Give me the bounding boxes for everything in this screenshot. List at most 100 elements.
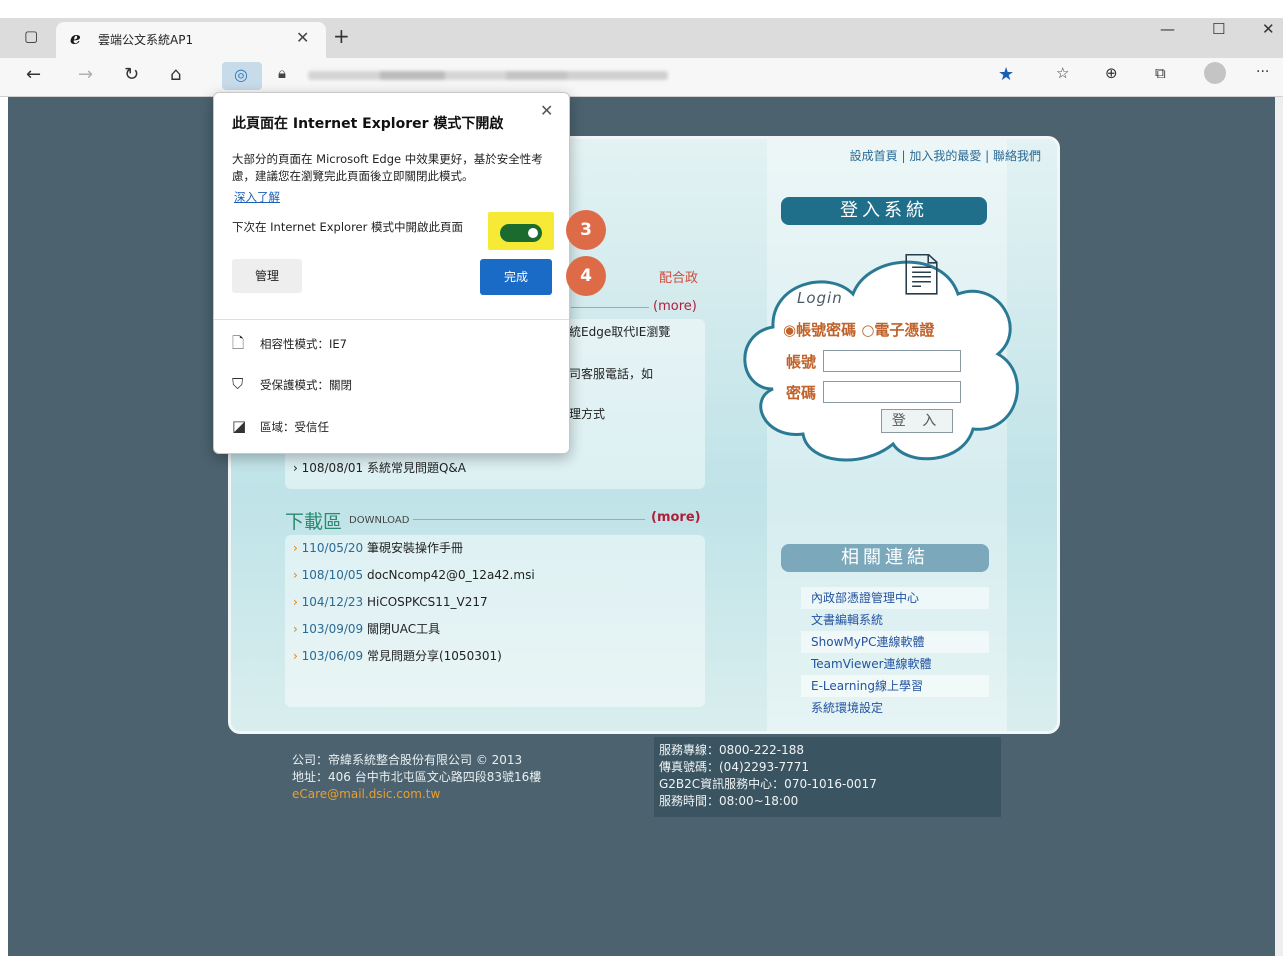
favorites-icon[interactable]: ☆: [1056, 64, 1069, 82]
related-link[interactable]: 文書編輯系統: [801, 609, 989, 631]
done-button[interactable]: 完成: [480, 259, 552, 295]
footer-line: 公司：帝緯系統整合股份有限公司 © 2013: [292, 753, 523, 767]
related-link[interactable]: 系統環境設定: [801, 697, 989, 719]
download-item[interactable]: › 110/05/20 筆硯安裝操作手冊: [285, 535, 705, 562]
download-item[interactable]: › 108/10/05 docNcomp42@0_12a42.msi: [285, 562, 705, 589]
account-label: 帳號: [786, 353, 817, 371]
ie-mode-popup: 此頁面在 Internet Explorer 模式下開啟 ✕ 大部分的頁面在 M…: [213, 92, 570, 454]
option-account[interactable]: ◉帳號密碼: [783, 321, 856, 339]
option-cert[interactable]: ○電子憑證: [861, 321, 934, 339]
top-links[interactable]: 設成首頁 | 加入我的最愛 | 聯絡我們: [831, 147, 1041, 164]
download-name: docNcomp42@0_12a42.msi: [366, 568, 535, 582]
footer-line: 傳真號碼：(04)2293-7771: [659, 760, 810, 774]
scrollbar[interactable]: [1275, 97, 1283, 956]
download-more-link[interactable]: (more): [651, 510, 701, 525]
extensions-icon[interactable]: ⧉: [1155, 64, 1166, 82]
footer-line: 服務專線：0800-222-188: [659, 743, 805, 757]
lock-icon[interactable]: 🔒︎: [278, 64, 286, 82]
footer-line: 地址：406 台中市北屯區文心路四段83號16樓: [292, 770, 542, 784]
login-title: 登入系統: [781, 197, 987, 225]
related-link[interactable]: E-Learning線上學習: [801, 675, 989, 697]
related-link[interactable]: 內政部憑證管理中心: [801, 587, 989, 609]
open-in-ie-mode-toggle[interactable]: [500, 224, 542, 242]
profile-avatar[interactable]: [1204, 62, 1226, 84]
favorite-star-icon[interactable]: ★: [998, 64, 1014, 85]
related-links-list: 內政部憑證管理中心 文書編輯系統 ShowMyPC連線軟體 TeamViewer…: [801, 587, 989, 719]
manage-button[interactable]: 管理: [232, 259, 302, 293]
footer-line: 服務時間：08:00~18:00: [659, 794, 799, 808]
download-item[interactable]: › 103/06/09 常見問題分享(1050301): [285, 643, 705, 670]
step-badge-4: 4: [566, 256, 606, 296]
toggle-label: 下次在 Internet Explorer 模式中開啟此頁面: [232, 220, 464, 234]
notice-item[interactable]: › 108/08/01 系統常見問題Q&A: [293, 459, 466, 476]
url-field[interactable]: [308, 71, 668, 80]
related-links-title: 相關連結: [781, 544, 989, 572]
tab-actions-icon[interactable]: ▢: [24, 27, 38, 45]
related-link[interactable]: ShowMyPC連線軟體: [801, 631, 989, 653]
footer-company: 公司：帝緯系統整合股份有限公司 © 2013 地址：406 台中市北屯區文心路四…: [292, 752, 541, 803]
refresh-icon[interactable]: ↻: [124, 64, 139, 85]
download-date: 108/10/05: [301, 568, 364, 582]
new-tab-icon[interactable]: +: [333, 24, 350, 48]
popup-description: 大部分的頁面在 Microsoft Edge 中效果更好，基於安全性考慮，建議您…: [232, 152, 543, 183]
login-label: Login: [797, 289, 843, 307]
download-item[interactable]: › 104/12/23 HiCOSPKCS11_V217: [285, 589, 705, 616]
download-name: 關閉UAC工具: [366, 622, 441, 636]
notice-heading: 配合政: [659, 271, 699, 286]
download-name: 常見問題分享(1050301): [366, 649, 502, 663]
popup-title: 此頁面在 Internet Explorer 模式下開啟: [232, 116, 504, 132]
info-text: 受保護模式：關閉: [260, 378, 352, 392]
ie-mode-badge[interactable]: ◎: [222, 62, 262, 90]
learn-more-link[interactable]: 深入了解: [234, 189, 280, 205]
notice-more-link[interactable]: (more): [653, 299, 697, 314]
download-name: 筆硯安裝操作手冊: [366, 541, 463, 555]
minimize-icon[interactable]: —: [1160, 20, 1175, 38]
ie-logo-icon: e: [70, 29, 81, 49]
related-link[interactable]: TeamViewer連線軟體: [801, 653, 989, 675]
toggle-knob: [528, 228, 538, 238]
notice-item[interactable]: 公司客服電話，如: [557, 365, 653, 382]
download-date: 103/06/09: [301, 649, 364, 663]
download-date: 110/05/20: [301, 541, 364, 555]
zone-icon: ◪: [232, 417, 247, 435]
footer-line: G2B2C資訊服務中心：070-1016-0017: [659, 777, 877, 791]
download-header: 下載區 DOWNLOAD (more): [285, 507, 705, 533]
info-text: 區域：受信任: [260, 420, 329, 434]
maximize-icon[interactable]: ☐: [1212, 20, 1225, 38]
browser-tab[interactable]: e 雲端公文系統AP1 ✕: [56, 22, 326, 58]
back-icon[interactable]: ←: [26, 64, 41, 85]
download-item[interactable]: › 103/09/09 關閉UAC工具: [285, 616, 705, 643]
tab-close-icon[interactable]: ✕: [296, 28, 309, 47]
info-compat-mode: 🗋 相容性模式：IE7: [232, 333, 347, 358]
home-icon[interactable]: ⌂: [170, 64, 181, 85]
collections-icon[interactable]: ⊕: [1105, 64, 1118, 82]
password-label: 密碼: [786, 384, 817, 402]
info-text: 相容性模式：IE7: [260, 337, 347, 351]
notice-item[interactable]: 系統Edge取代IE瀏覽: [557, 323, 670, 340]
more-menu-icon[interactable]: ···: [1256, 64, 1269, 80]
ie-mode-icon: ◎: [234, 65, 248, 84]
footer-email[interactable]: eCare@mail.dsic.com.tw: [292, 786, 541, 803]
page-icon: 🗋: [232, 334, 245, 352]
info-protected-mode: ⛉ 受保護模式：關閉: [232, 375, 352, 393]
tab-title: 雲端公文系統AP1: [98, 33, 194, 47]
step-badge-3: 3: [566, 210, 606, 250]
divider: [214, 319, 569, 320]
shield-icon: ⛉: [232, 375, 244, 393]
download-date: 103/09/09: [301, 622, 364, 636]
close-window-icon[interactable]: ✕: [1262, 20, 1275, 38]
password-input[interactable]: [823, 381, 961, 403]
account-input[interactable]: [823, 350, 961, 372]
login-button[interactable]: 登 入: [881, 409, 953, 433]
download-date: 104/12/23: [301, 595, 364, 609]
document-icon: 📄︎: [896, 252, 947, 298]
divider: [571, 307, 649, 308]
divider: [413, 519, 645, 520]
download-title: 下載區: [285, 511, 343, 533]
close-icon[interactable]: ✕: [540, 101, 553, 120]
info-zone: ◪ 區域：受信任: [232, 417, 329, 435]
login-options[interactable]: ◉帳號密碼 ○電子憑證: [783, 319, 934, 340]
address-bar-row: ← → ↻ ⌂ ◎ 🔒︎ ★ ☆ ⊕ ⧉ ···: [0, 58, 1283, 97]
download-subtitle: DOWNLOAD: [349, 515, 410, 526]
forward-icon[interactable]: →: [78, 64, 93, 85]
